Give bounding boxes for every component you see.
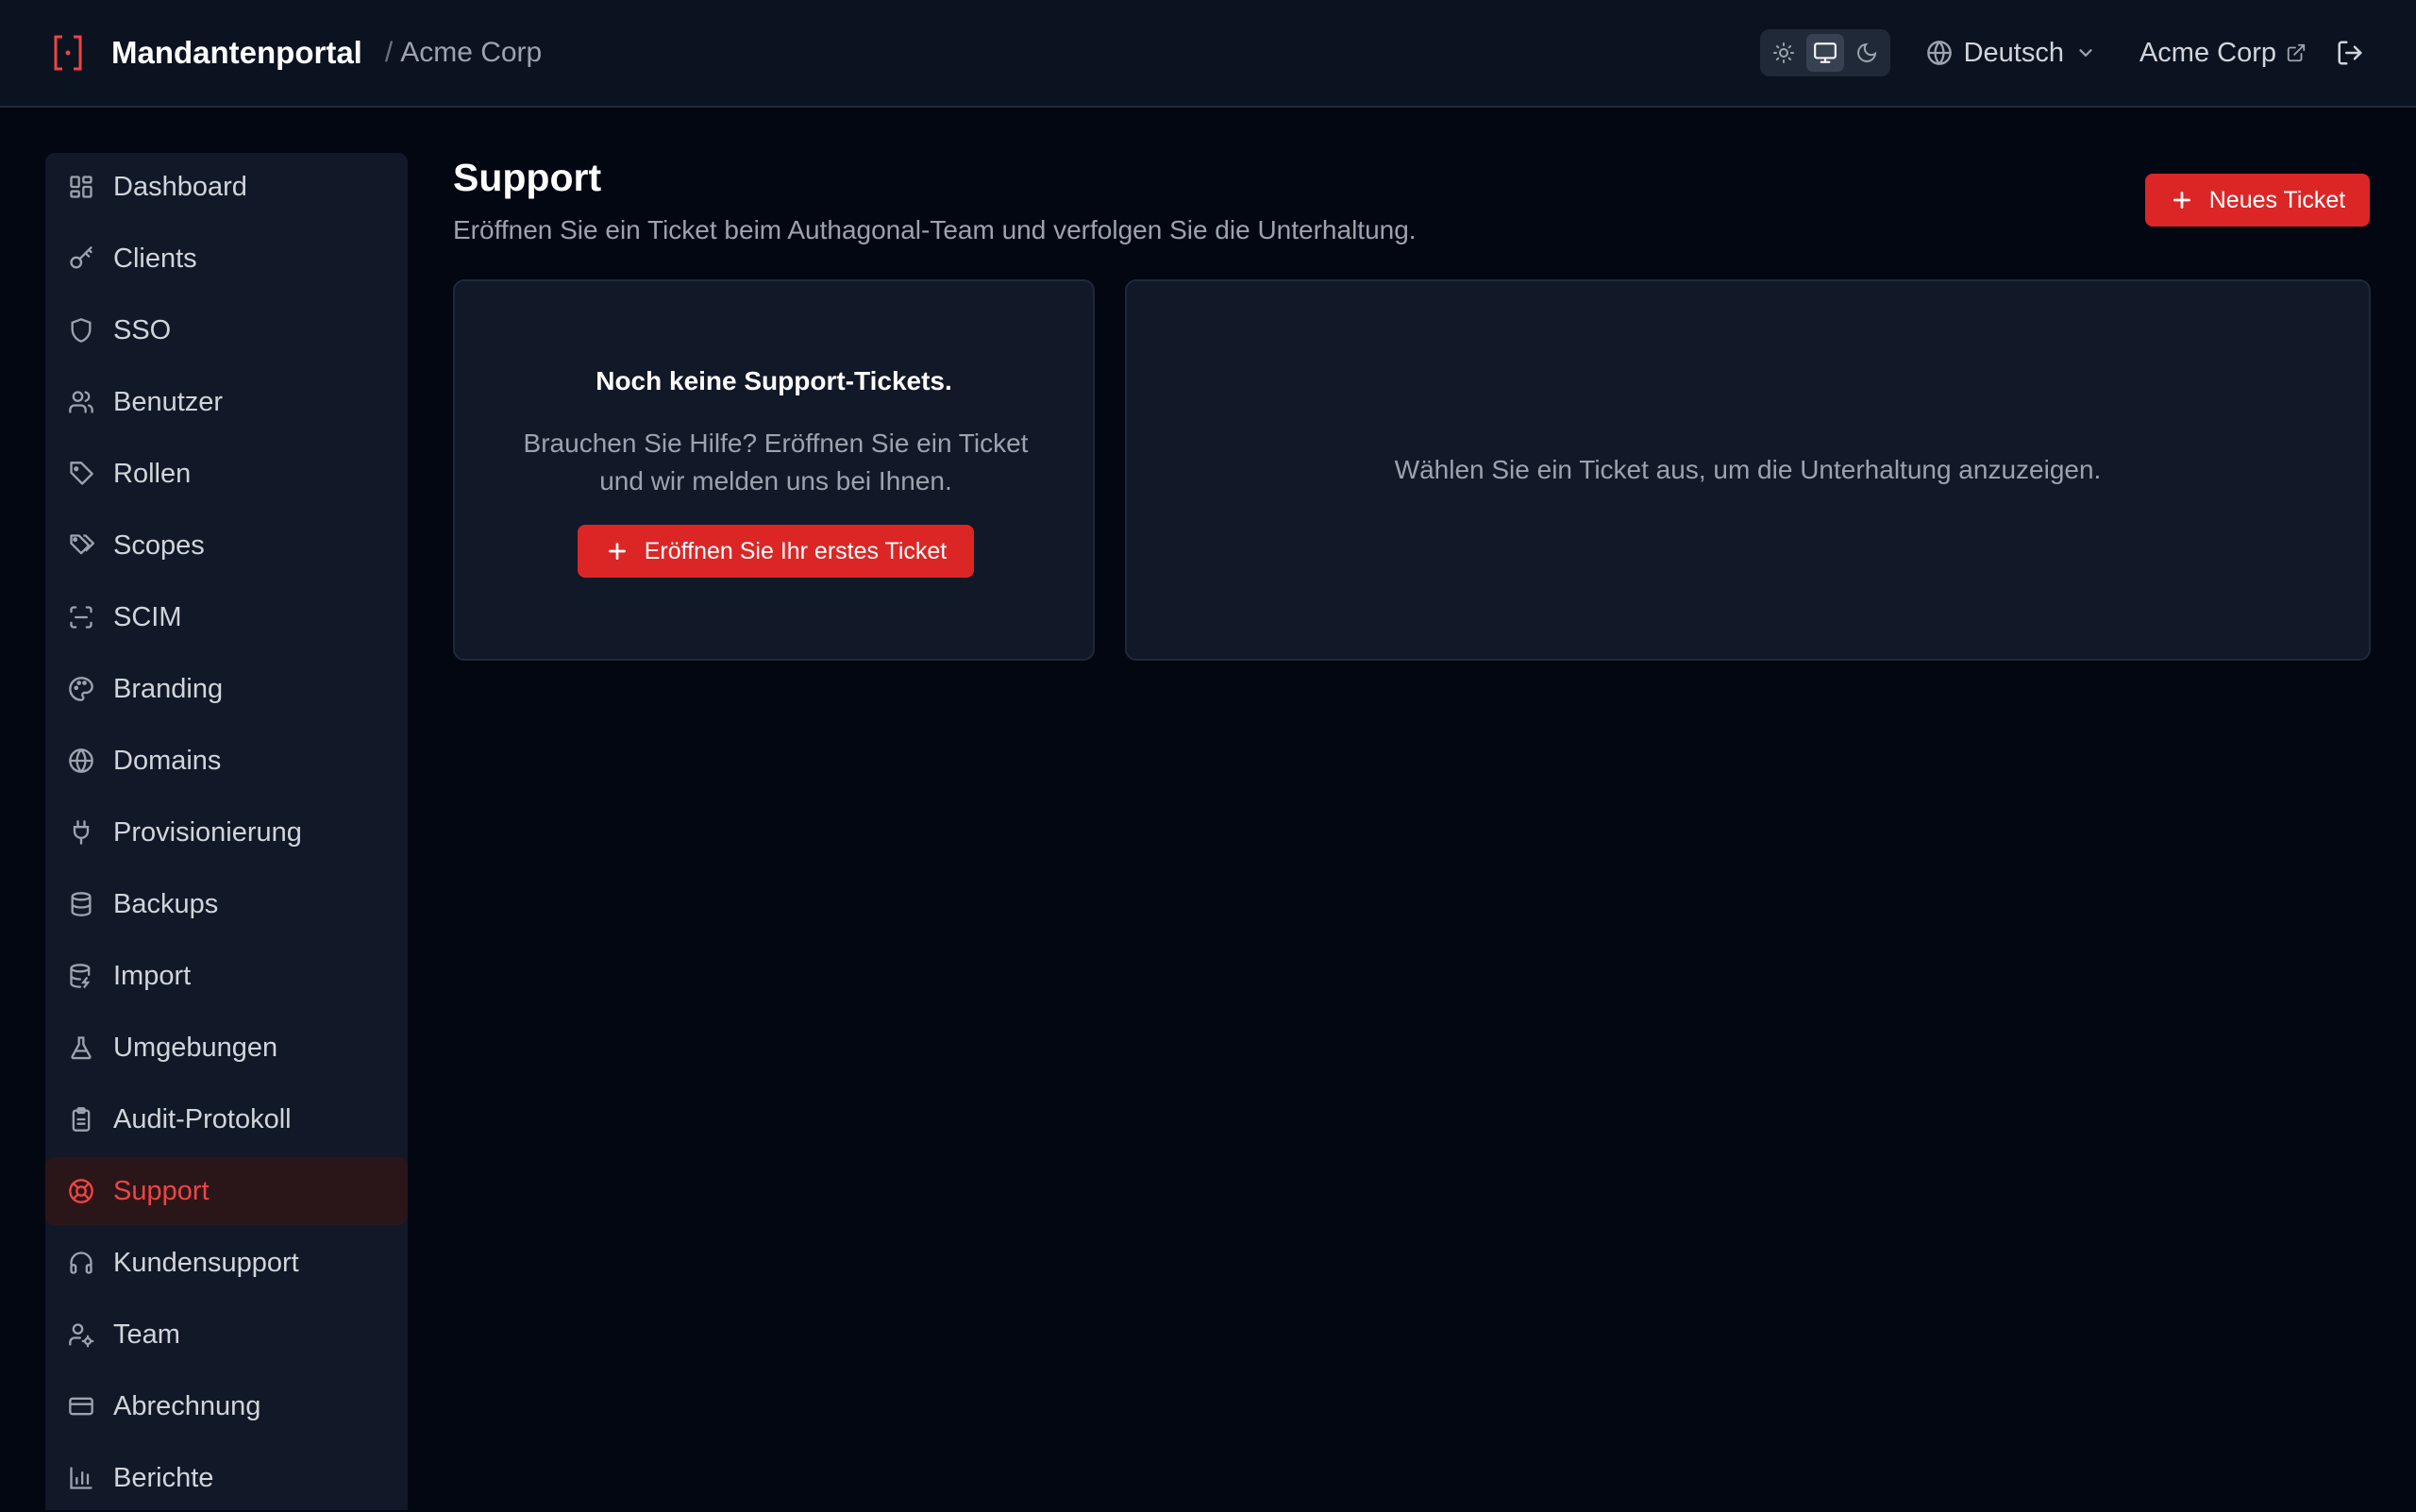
sidebar-item-label: Kundensupport [113,1247,299,1278]
tenant-link-label: Acme Corp [2139,37,2276,68]
sidebar-item-dashboard[interactable]: Dashboard [45,153,408,221]
sidebar-item-label: Import [113,960,192,991]
sidebar-item-backups[interactable]: Backups [45,870,408,938]
sidebar-item-provisionierung[interactable]: Provisionierung [45,798,408,866]
sidebar-item-label: SSO [113,314,172,345]
palette-icon [66,674,96,704]
sidebar-item-label: Dashboard [113,171,247,202]
tags-icon [66,530,96,561]
open-first-ticket-button[interactable]: Eröffnen Sie Ihr erstes Ticket [578,525,974,578]
conversation-placeholder: Wählen Sie ein Ticket aus, um die Unterh… [1394,455,2102,484]
theme-system-button[interactable] [1805,34,1844,72]
sidebar-item-label: Rollen [113,458,192,489]
logout-button[interactable] [2331,34,2369,72]
sidebar-item-team[interactable]: Team [45,1301,408,1369]
sidebar-item-label: Abrechnung [113,1390,261,1421]
new-ticket-label: Neues Ticket [2208,186,2346,213]
sidebar-item-label: Audit-Protokoll [113,1103,292,1134]
sidebar-item-rollen[interactable]: Rollen [45,440,408,508]
open-first-ticket-label: Eröffnen Sie Ihr erstes Ticket [644,537,948,564]
lifebuoy-icon [66,1176,96,1206]
brand-logo-icon [47,32,89,74]
headset-icon [66,1248,96,1278]
users-icon [66,387,96,417]
sidebar-item-benutzer[interactable]: Benutzer [45,368,408,436]
sidebar-item-clients[interactable]: Clients [45,225,408,293]
sidebar-item-import[interactable]: Import [45,942,408,1010]
new-ticket-button[interactable]: Neues Ticket [2145,174,2370,227]
monitor-icon [1813,42,1837,63]
page-title: Support [453,156,602,199]
tenant-link[interactable]: Acme Corp [2139,38,2307,69]
empty-state-text: Brauchen Sie Hilfe? Eröffnen Sie ein Tic… [523,428,1029,496]
sidebar-item-kundensupport[interactable]: Kundensupport [45,1229,408,1297]
theme-dark-button[interactable] [1848,34,1886,72]
logout-icon [2338,41,2363,65]
theme-toggle [1759,29,1890,76]
plus-icon [2173,192,2190,209]
sidebar-item-label: Scopes [113,529,205,561]
language-label: Deutsch [1963,37,2064,68]
globe-icon [1926,41,1952,65]
theme-light-button[interactable] [1765,34,1803,72]
sidebar-item-scopes[interactable]: Scopes [45,512,408,580]
sidebar-item-label: Team [113,1319,180,1350]
sidebar-item-support[interactable]: Support [45,1157,408,1225]
sidebar-item-label: Provisionierung [113,816,302,848]
globe-icon [66,746,96,776]
sidebar-item-umgebungen[interactable]: Umgebungen [45,1014,408,1082]
database-import-icon [66,961,96,991]
language-select[interactable]: Deutsch [1926,38,2096,69]
moon-icon [1856,42,1876,62]
sidebar-item-label: Clients [113,243,197,274]
sidebar-item-domains[interactable]: Domains [45,727,408,795]
key-icon [66,244,96,274]
sidebar-item-audit-protokoll[interactable]: Audit-Protokoll [45,1085,408,1153]
top-header: Mandantenportal / Acme Corp Deutsch Acme… [0,0,2416,108]
page-subtitle: Eröffnen Sie ein Ticket beim Authagonal-… [453,215,1417,244]
breadcrumb-tenant: Acme Corp [400,37,543,68]
plus-icon [608,543,626,560]
sidebar-item-scim[interactable]: SCIM [45,583,408,651]
scan-icon [66,602,96,632]
sidebar-item-label: Berichte [113,1462,214,1493]
sidebar-item-label: Benutzer [113,386,224,417]
chevron-down-icon [2079,49,2092,58]
shield-icon [66,315,96,345]
plug-icon [66,817,96,848]
clipboard-icon [66,1104,96,1134]
sidebar-nav: Dashboard Clients SSO Benutzer Rollen Sc… [45,153,408,1510]
sidebar-item-label: Domains [113,745,222,776]
sidebar-item-berichte[interactable]: Berichte [45,1444,408,1512]
sidebar-item-branding[interactable]: Branding [45,655,408,723]
credit-card-icon [66,1391,96,1421]
user-gear-icon [66,1319,96,1350]
conversation-panel: Wählen Sie ein Ticket aus, um die Unterh… [1125,279,2371,661]
sun-icon [1772,42,1794,63]
header-actions: Deutsch Acme Corp [1759,29,2369,76]
sidebar-item-label: Backups [113,888,219,919]
dashboard-icon [66,172,96,202]
sidebar-item-label: Umgebungen [113,1032,278,1063]
sidebar-item-sso[interactable]: SSO [45,296,408,364]
app-title: Mandantenportal [111,35,362,70]
sidebar-item-label: Support [113,1175,210,1206]
flask-icon [66,1033,96,1063]
sidebar-item-abrechnung[interactable]: Abrechnung [45,1372,408,1440]
database-icon [66,889,96,919]
empty-state-title: Noch keine Support-Tickets. [596,366,952,395]
bar-chart-icon [66,1463,96,1493]
tag-icon [66,459,96,489]
breadcrumb-separator: / [384,37,394,68]
ticket-list-panel: Noch keine Support-Tickets. Brauchen Sie… [453,279,1095,661]
external-link-icon [2287,43,2306,62]
sidebar-item-label: Branding [113,673,224,704]
sidebar-item-label: SCIM [113,601,182,632]
